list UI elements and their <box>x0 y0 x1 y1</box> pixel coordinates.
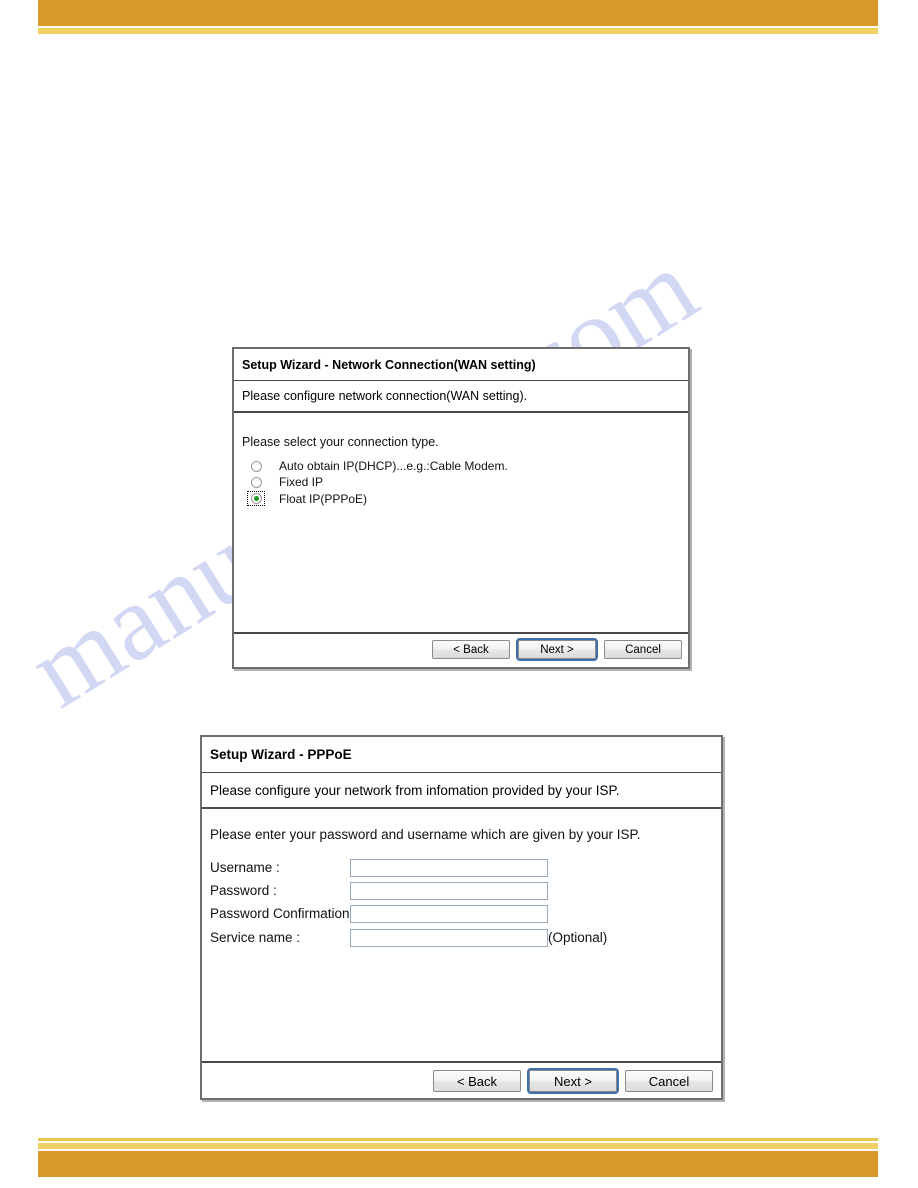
password-confirmation-label: Password Confirmation : <box>210 906 358 921</box>
radio-selected-icon <box>250 493 262 504</box>
service-name-input[interactable] <box>350 928 548 947</box>
dialog-title: Setup Wizard - PPPoE <box>210 747 352 762</box>
service-name-label: Service name : <box>210 930 301 945</box>
username-label: Username : <box>210 860 280 875</box>
radio-option-pppoe[interactable]: Float IP(PPPoE) <box>242 491 688 506</box>
password-input[interactable] <box>350 881 548 900</box>
back-button[interactable]: < Back <box>433 1070 521 1092</box>
dialog-title: Setup Wizard - Network Connection(WAN se… <box>242 357 536 372</box>
service-name-optional-note: (Optional) <box>548 930 608 945</box>
radio-dhcp-box[interactable] <box>247 460 265 472</box>
next-button[interactable]: Next > <box>527 1068 619 1094</box>
dialog-body: Please enter your password and username … <box>202 807 721 1061</box>
password-confirmation-row: Password Confirmation : <box>210 902 721 925</box>
username-row: Username : <box>210 856 721 879</box>
cancel-button[interactable]: Cancel <box>604 640 682 659</box>
radio-option-pppoe-label: Float IP(PPPoE) <box>279 491 368 506</box>
dialog-subtitle: Please configure your network from infom… <box>202 772 721 807</box>
radio-option-fixed-ip-label: Fixed IP <box>279 475 324 489</box>
dialog-body: Please select your connection type. Auto… <box>234 411 688 632</box>
credentials-prompt: Please enter your password and username … <box>210 827 641 842</box>
radio-pppoe-box[interactable] <box>247 491 265 506</box>
password-label: Password : <box>210 883 277 898</box>
connection-type-prompt: Please select your connection type. <box>242 435 439 449</box>
radio-option-fixed-ip[interactable]: Fixed IP <box>242 475 688 489</box>
username-input[interactable] <box>350 858 548 877</box>
dialog-footer: < Back Next > Cancel <box>234 632 688 665</box>
password-confirmation-input[interactable] <box>350 904 548 923</box>
header-band-thick <box>38 0 878 26</box>
radio-unselected-icon <box>250 476 262 488</box>
dialog-footer: < Back Next > Cancel <box>202 1061 721 1099</box>
radio-dot-icon <box>253 496 259 501</box>
cancel-button[interactable]: Cancel <box>625 1070 713 1092</box>
radio-option-dhcp[interactable]: Auto obtain IP(DHCP)...e.g.:Cable Modem. <box>242 459 688 473</box>
back-button[interactable]: < Back <box>432 640 510 659</box>
page-header-band <box>38 0 878 34</box>
next-button[interactable]: Next > <box>516 638 598 661</box>
setup-wizard-pppoe-dialog: Setup Wizard - PPPoE Please configure yo… <box>200 735 723 1100</box>
radio-unselected-icon <box>250 460 262 472</box>
radio-option-dhcp-label: Auto obtain IP(DHCP)...e.g.:Cable Modem. <box>279 459 508 473</box>
setup-wizard-wan-dialog: Setup Wizard - Network Connection(WAN se… <box>232 347 690 669</box>
radio-fixed-ip-box[interactable] <box>247 476 265 488</box>
dialog-subtitle: Please configure network connection(WAN … <box>234 380 688 411</box>
password-row: Password : <box>210 879 721 902</box>
footer-band-thick <box>38 1151 878 1177</box>
service-name-row: Service name : (Optional) <box>210 926 721 949</box>
header-band-thin <box>38 28 878 34</box>
page-footer-band <box>38 1138 878 1177</box>
